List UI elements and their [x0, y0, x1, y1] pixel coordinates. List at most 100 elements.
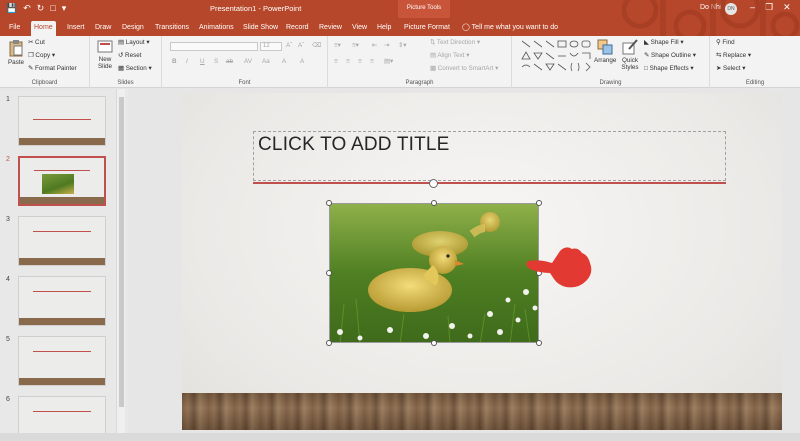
slide-thumbnail-3[interactable]: [18, 216, 106, 266]
resize-handle-left[interactable]: [326, 270, 332, 276]
section-button[interactable]: ▦ Section ▾: [118, 65, 152, 72]
underline-button[interactable]: U: [200, 58, 205, 65]
tab-animations[interactable]: Animations: [196, 21, 237, 36]
scroll-thumb[interactable]: [119, 97, 124, 407]
slide-thumbnail-5[interactable]: [18, 336, 106, 386]
duckling-picture[interactable]: [329, 203, 539, 343]
shape-outline-button[interactable]: ✎ Shape Outline ▾: [644, 52, 696, 59]
quick-styles-button[interactable]: Quick Styles: [618, 39, 642, 71]
tab-draw[interactable]: Draw: [92, 21, 114, 36]
tab-transitions[interactable]: Transitions: [152, 21, 192, 36]
find-button[interactable]: ⚲ Find: [716, 39, 735, 46]
copy-icon: ❐: [28, 52, 34, 59]
thumbnails-scrollbar[interactable]: [116, 89, 125, 441]
font-color-button[interactable]: A: [300, 58, 304, 65]
convert-smartart-label: Convert to SmartArt: [437, 65, 494, 72]
justify-icon[interactable]: ≡: [370, 58, 374, 65]
clear-format-icon[interactable]: ⌫: [312, 42, 321, 49]
tab-picture-format[interactable]: Picture Format: [401, 21, 453, 36]
format-painter-button[interactable]: ✎ Format Painter: [28, 65, 77, 72]
arrange-button[interactable]: Arrange: [594, 39, 616, 64]
arrange-label: Arrange: [594, 57, 617, 64]
tab-slide-show[interactable]: Slide Show: [240, 21, 281, 36]
tell-me-box[interactable]: ◯ Tell me what you want to do: [462, 23, 558, 31]
align-text-icon: ▤: [430, 52, 436, 59]
line-spacing-icon[interactable]: ⇕▾: [398, 42, 406, 49]
char-spacing-button[interactable]: AV: [244, 58, 252, 65]
change-case-button[interactable]: Aa: [262, 58, 270, 65]
paragraph-group-label: Paragraph: [405, 80, 434, 86]
resize-handle-top-left[interactable]: [326, 200, 332, 206]
increase-indent-icon[interactable]: ⇥: [384, 42, 389, 49]
tab-review[interactable]: Review: [316, 21, 345, 36]
font-size-field[interactable]: 12: [260, 42, 282, 51]
align-left-icon[interactable]: ≡: [334, 58, 338, 65]
strikethrough-button[interactable]: ab: [226, 58, 233, 65]
align-right-icon[interactable]: ≡: [358, 58, 362, 65]
drawing-group-label: Drawing: [599, 80, 622, 86]
quick-styles-label-1: Quick: [621, 57, 639, 64]
align-text-button[interactable]: ▤ Align Text ▾: [430, 52, 469, 59]
scissors-icon: ✂: [28, 39, 34, 46]
start-slideshow-icon[interactable]: □: [50, 3, 55, 14]
tab-home[interactable]: Home: [31, 21, 56, 36]
tab-insert[interactable]: Insert: [64, 21, 88, 36]
replace-button[interactable]: ⇆ Replace ▾: [716, 52, 751, 59]
tab-design[interactable]: Design: [119, 21, 147, 36]
italic-button[interactable]: I: [186, 58, 188, 65]
paragraph-group: ≡▾ ≡▾ ⇤ ⇥ ⇕▾ ≡ ≡ ≡ ≡ ▤▾ ⇅ Text Direction…: [328, 36, 512, 88]
shadow-button[interactable]: S: [214, 58, 218, 65]
slides-group: New Slide ▤ Layout ▾ ↺ Reset ▦ Section ▾…: [90, 36, 162, 88]
shrink-font-icon[interactable]: Aˇ: [298, 42, 304, 49]
decrease-indent-icon[interactable]: ⇤: [372, 42, 377, 49]
cut-button[interactable]: ✂ Cut: [28, 39, 45, 46]
slide-thumbnail-1[interactable]: [18, 96, 106, 146]
layout-button[interactable]: ▤ Layout ▾: [118, 39, 150, 46]
editing-group: ⚲ Find ⇆ Replace ▾ ➤ Select ▾ Editing: [710, 36, 800, 88]
numbering-icon[interactable]: ≡▾: [352, 42, 359, 49]
convert-smartart-button[interactable]: ▩ Convert to SmartArt ▾: [430, 65, 498, 72]
resize-handle-top-right[interactable]: [536, 200, 542, 206]
shape-outline-label: Shape Outline: [651, 52, 691, 59]
columns-icon[interactable]: ▤▾: [384, 58, 393, 65]
resize-handle-bottom[interactable]: [431, 340, 437, 346]
reset-button[interactable]: ↺ Reset: [118, 52, 141, 59]
slide-thumbnail-4[interactable]: [18, 276, 106, 326]
drawing-group: Arrange Quick Styles ◣ Shape Fill ▾ ✎ Sh…: [512, 36, 710, 88]
tab-help[interactable]: Help: [374, 21, 394, 36]
font-name-field[interactable]: [170, 42, 258, 51]
resize-handle-bottom-left[interactable]: [326, 340, 332, 346]
shape-effects-button[interactable]: □ Shape Effects ▾: [644, 65, 694, 72]
tab-view[interactable]: View: [349, 21, 370, 36]
thumbnail-number: 2: [6, 156, 10, 163]
copy-label: Copy: [35, 52, 51, 60]
copy-button[interactable]: ❐ Copy ▾: [28, 52, 55, 59]
select-button[interactable]: ➤ Select ▾: [716, 65, 745, 72]
paste-button[interactable]: Paste: [6, 39, 26, 66]
new-slide-button[interactable]: New Slide: [94, 40, 116, 70]
align-center-icon[interactable]: ≡: [346, 58, 350, 65]
resize-handle-top[interactable]: [431, 200, 437, 206]
grow-font-icon[interactable]: Aˆ: [286, 42, 292, 49]
customize-dropdown-icon[interactable]: ▾: [62, 3, 67, 14]
bullets-icon[interactable]: ≡▾: [334, 42, 341, 49]
shape-fill-button[interactable]: ◣ Shape Fill ▾: [644, 39, 684, 46]
save-icon[interactable]: 💾: [6, 3, 17, 14]
redo-icon[interactable]: ↻: [37, 3, 45, 14]
slide-thumbnail-6[interactable]: [18, 396, 106, 436]
undo-icon[interactable]: ↶: [23, 3, 31, 14]
bold-button[interactable]: B: [172, 58, 177, 65]
replace-icon: ⇆: [716, 52, 722, 59]
tab-file[interactable]: File: [6, 21, 23, 36]
reset-icon: ↺: [118, 52, 124, 59]
shapes-gallery[interactable]: [520, 39, 596, 73]
highlight-button[interactable]: A: [282, 58, 286, 65]
resize-handle-bottom-right[interactable]: [536, 340, 542, 346]
decorative-pattern: [621, 0, 800, 36]
slide-thumbnail-2[interactable]: [18, 156, 106, 206]
tab-record[interactable]: Record: [283, 21, 312, 36]
shape-effects-icon: □: [644, 65, 648, 72]
text-direction-button[interactable]: ⇅ Text Direction ▾: [430, 39, 480, 46]
rotate-handle[interactable]: [429, 179, 438, 188]
lightbulb-icon: ◯: [462, 24, 470, 31]
